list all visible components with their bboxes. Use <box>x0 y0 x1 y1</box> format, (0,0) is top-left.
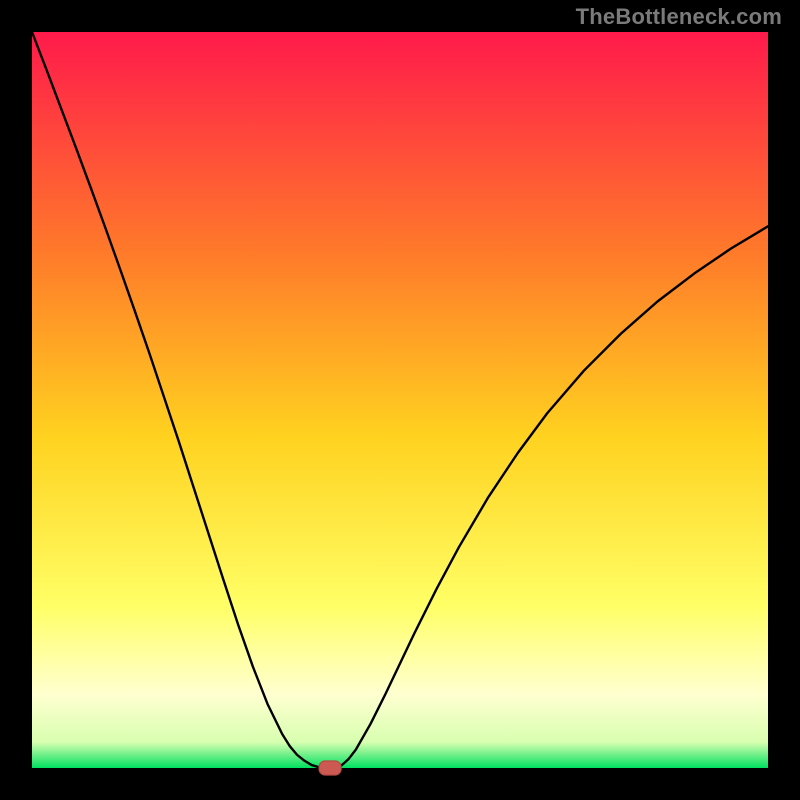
optimum-marker <box>319 761 341 775</box>
chart-frame: { "watermark": "TheBottleneck.com", "col… <box>0 0 800 800</box>
bottleneck-chart <box>0 0 800 800</box>
plot-background <box>32 32 768 768</box>
